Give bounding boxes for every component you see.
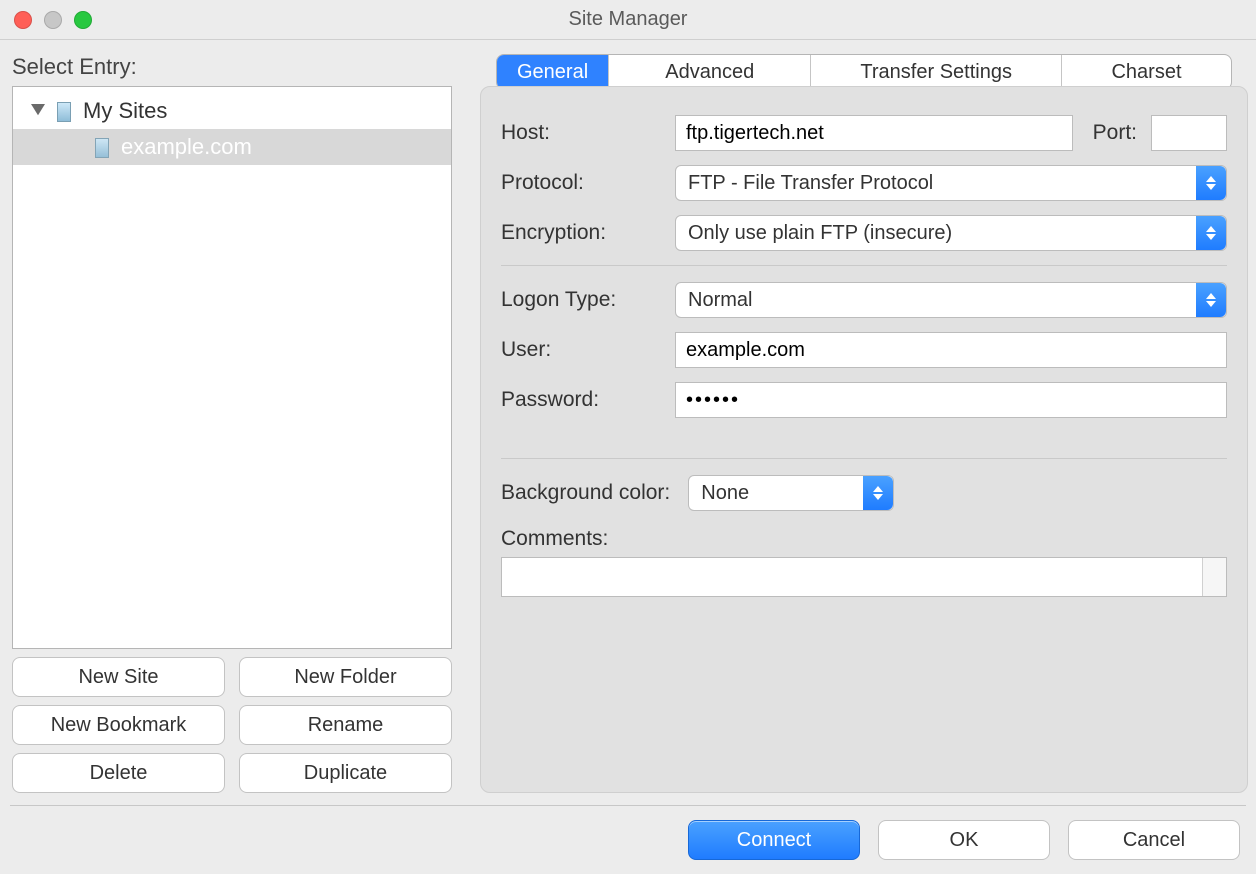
chevron-updown-icon [1196,216,1226,250]
port-label: Port: [1093,121,1137,145]
site-icon [93,136,113,158]
port-input[interactable] [1151,115,1227,151]
logon-type-select[interactable]: Normal [675,282,1227,318]
minimize-window-icon[interactable] [44,11,62,29]
comments-text [502,558,1202,596]
new-site-button[interactable]: New Site [12,657,225,697]
titlebar: Site Manager [0,0,1256,40]
tree-site-row[interactable]: example.com [13,129,451,165]
host-input[interactable] [675,115,1073,151]
bgcolor-row: Background color: None [501,475,1227,511]
zoom-window-icon[interactable] [74,11,92,29]
bgcolor-value: None [701,482,749,505]
tree-root-row[interactable]: My Sites [13,93,451,129]
ok-button[interactable]: OK [878,820,1050,860]
bgcolor-label: Background color: [501,481,670,505]
user-input[interactable] [675,332,1227,368]
new-bookmark-button[interactable]: New Bookmark [12,705,225,745]
sites-tree[interactable]: My Sites example.com [12,86,452,649]
connect-button[interactable]: Connect [688,820,860,860]
logon-type-label: Logon Type: [501,288,665,312]
tab-general[interactable]: General [497,55,609,89]
user-label: User: [501,338,665,362]
comments-textarea[interactable] [501,557,1227,597]
traffic-lights [14,11,92,29]
entry-selector-pane: Select Entry: My Sites example.com New S… [12,54,452,793]
general-panel: Host: Port: Protocol: FTP - File Transfe… [480,86,1248,793]
close-window-icon[interactable] [14,11,32,29]
select-entry-label: Select Entry: [12,54,452,80]
cancel-button[interactable]: Cancel [1068,820,1240,860]
encryption-value: Only use plain FTP (insecure) [688,222,952,245]
rename-button[interactable]: Rename [239,705,452,745]
encryption-row: Encryption: Only use plain FTP (insecure… [501,215,1227,251]
tab-advanced[interactable]: Advanced [609,55,811,89]
encryption-label: Encryption: [501,221,665,245]
chevron-updown-icon [1196,166,1226,200]
divider [501,265,1227,266]
host-label: Host: [501,121,665,145]
tree-site-label: example.com [121,134,252,160]
tab-transfer-settings[interactable]: Transfer Settings [811,55,1062,89]
comments-label: Comments: [501,527,1227,551]
window-title: Site Manager [569,8,688,31]
password-row: Password: [501,382,1227,418]
folder-icon [55,100,75,122]
protocol-select[interactable]: FTP - File Transfer Protocol [675,165,1227,201]
encryption-select[interactable]: Only use plain FTP (insecure) [675,215,1227,251]
chevron-updown-icon [1196,283,1226,317]
protocol-value: FTP - File Transfer Protocol [688,172,933,195]
tab-bar: General Advanced Transfer Settings Chars… [496,54,1232,90]
duplicate-button[interactable]: Duplicate [239,753,452,793]
new-folder-button[interactable]: New Folder [239,657,452,697]
tab-charset[interactable]: Charset [1062,55,1231,89]
disclosure-triangle-icon[interactable] [31,98,45,124]
logon-type-row: Logon Type: Normal [501,282,1227,318]
password-input[interactable] [675,382,1227,418]
tree-root-label: My Sites [83,98,167,124]
details-pane: General Advanced Transfer Settings Chars… [480,54,1248,793]
divider [501,458,1227,459]
protocol-row: Protocol: FTP - File Transfer Protocol [501,165,1227,201]
bgcolor-select[interactable]: None [688,475,894,511]
user-row: User: [501,332,1227,368]
password-label: Password: [501,388,665,412]
protocol-label: Protocol: [501,171,665,195]
dialog-footer: Connect OK Cancel [0,806,1256,874]
chevron-updown-icon [863,476,893,510]
logon-type-value: Normal [688,289,752,312]
host-row: Host: Port: [501,115,1227,151]
scrollbar[interactable] [1202,558,1226,596]
delete-button[interactable]: Delete [12,753,225,793]
